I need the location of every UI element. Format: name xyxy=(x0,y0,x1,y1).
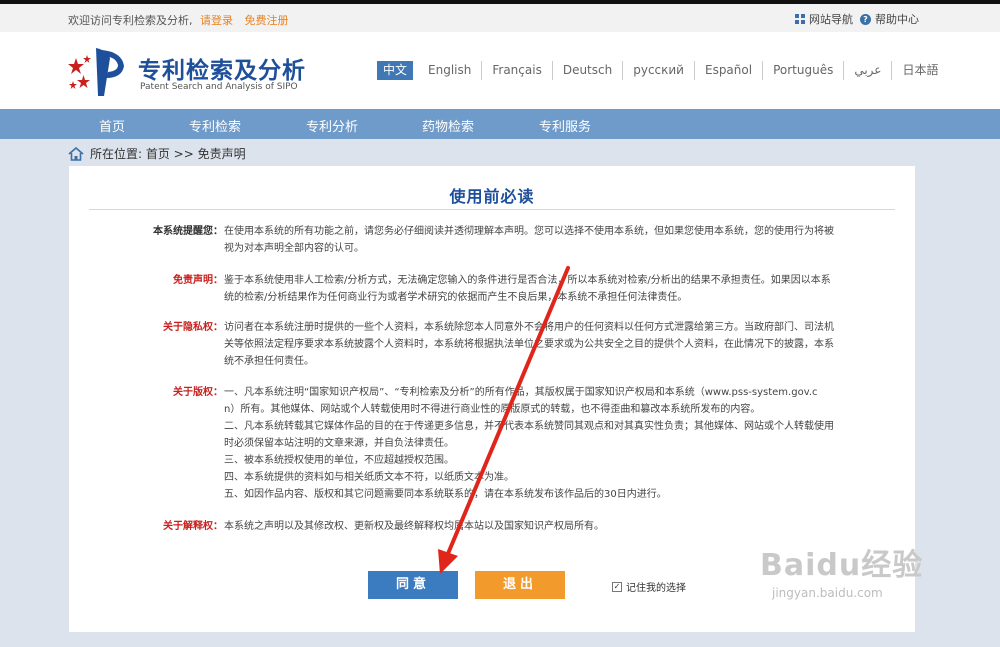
text-line: 访问者在本系统注册时提供的一些个人资料，本系统除您本人同意外不会将用户的任何资料… xyxy=(224,322,834,333)
remember-choice[interactable]: ✓ 记住我的选择 xyxy=(612,579,686,594)
lang-pt[interactable]: Português xyxy=(763,61,845,80)
sitemap-label: 网站导航 xyxy=(809,13,853,26)
section-label: 免责声明： xyxy=(173,275,223,286)
logo-icon[interactable] xyxy=(66,44,130,100)
section-label: 关于隐私权： xyxy=(163,322,223,333)
remember-checkbox[interactable]: ✓ xyxy=(612,581,622,592)
nav-patent-analysis[interactable]: 专利分析 xyxy=(306,116,358,135)
text-line: 本系统之声明以及其修改权、更新权及最终解释权均属本站以及国家知识产权局所有。 xyxy=(224,521,604,532)
nav-patent-service[interactable]: 专利服务 xyxy=(539,116,591,135)
text-line: 时必须保留本站注明的文章来源，并自负法律责任。 xyxy=(224,438,454,449)
section-label: 关于版权： xyxy=(173,387,223,398)
breadcrumb-text: 所在位置: 首页 >> 免责声明 xyxy=(90,147,246,161)
remember-label: 记住我的选择 xyxy=(626,583,686,594)
text-line: 三、被本系统授权使用的单位，不应超越授权范围。 xyxy=(224,455,454,466)
text-line: 在使用本系统的所有功能之前，请您务必仔细阅读并透彻理解本声明。您可以选择不使用本… xyxy=(224,226,834,237)
watermark-url: jingyan.baidu.com xyxy=(772,586,883,600)
lang-en[interactable]: English xyxy=(418,61,483,80)
nav-drug-search[interactable]: 药物检索 xyxy=(422,116,474,135)
section-label: 关于解释权： xyxy=(163,521,223,532)
site-subtitle: Patent Search and Analysis of SIPO xyxy=(140,82,298,92)
site-title: 专利检索及分析 xyxy=(138,58,306,84)
home-icon[interactable] xyxy=(68,146,84,161)
text-line: 四、本系统提供的资料如与相关纸质文本不符，以纸质文本为准。 xyxy=(224,472,514,483)
baidu-watermark: Baidu经验 jingyan.baidu.com xyxy=(760,540,923,600)
help-label: 帮助中心 xyxy=(875,13,919,26)
breadcrumb: 所在位置: 首页 >> 免责声明 xyxy=(68,145,246,162)
lang-de[interactable]: Deutsch xyxy=(553,61,624,80)
lang-ru[interactable]: русский xyxy=(623,61,695,80)
text-line: 一、凡本系统注明“国家知识产权局”、“专利检索及分析”的所有作品，其版权属于国家… xyxy=(224,387,818,398)
lang-fr[interactable]: Français xyxy=(482,61,553,80)
section-text: 一、凡本系统注明“国家知识产权局”、“专利检索及分析”的所有作品，其版权属于国家… xyxy=(224,384,844,503)
text-line: 统不承担任何责任。 xyxy=(224,356,314,367)
section-text: 访问者在本系统注册时提供的一些个人资料，本系统除您本人同意外不会将用户的任何资料… xyxy=(224,319,844,370)
text-line: 鉴于本系统使用非人工检索/分析方式，无法确定您输入的条件进行是否合法，所以本系统… xyxy=(224,275,831,286)
sitemap-link[interactable]: 网站导航 xyxy=(795,11,853,27)
section-label: 本系统提醒您： xyxy=(153,226,223,237)
nav-patent-search[interactable]: 专利检索 xyxy=(189,116,241,135)
panel-title: 使用前必读 xyxy=(449,187,535,206)
section-text: 鉴于本系统使用非人工检索/分析方式，无法确定您输入的条件进行是否合法，所以本系统… xyxy=(224,272,844,306)
language-switcher: 中文 English Français Deutsch русский Espa… xyxy=(377,61,948,80)
lang-zh[interactable]: 中文 xyxy=(377,61,414,80)
watermark-brand: Baidu经验 xyxy=(760,548,924,583)
help-center-link[interactable]: ? 帮助中心 xyxy=(860,11,919,27)
grid-icon xyxy=(795,14,805,24)
text-line: 视为对本声明全部内容的认可。 xyxy=(224,243,364,254)
site-header: 专利检索及分析 Patent Search and Analysis of SI… xyxy=(0,32,1000,109)
text-line: 统的检索/分析结果作为任何商业行为或者学术研究的依据而产生不良后果，本系统不承担… xyxy=(224,292,688,303)
agree-button[interactable]: 同意 xyxy=(368,571,458,599)
top-bar: 欢迎访问专利检索及分析, 请登录 免费注册 网站导航 ? 帮助中心 xyxy=(0,4,1000,32)
title-divider xyxy=(89,209,895,210)
exit-button[interactable]: 退出 xyxy=(475,571,565,599)
welcome-label: 欢迎访问专利检索及分析, xyxy=(68,14,193,27)
text-line: 二、凡本系统转载其它媒体作品的目的在于传递更多信息，并不代表本系统赞同其观点和对… xyxy=(224,421,834,432)
nav-home[interactable]: 首页 xyxy=(99,116,125,135)
text-line: n）所有。其他媒体、网站或个人转载使用时不得进行商业性的原版原式的转载，也不得歪… xyxy=(224,404,761,415)
text-line: 五、如因作品内容、版权和其它问题需要同本系统联系的，请在本系统发布该作品后的30… xyxy=(224,489,667,500)
section-text: 在使用本系统的所有功能之前，请您务必仔细阅读并透彻理解本声明。您可以选择不使用本… xyxy=(224,223,844,257)
register-link[interactable]: 免费注册 xyxy=(245,14,289,27)
text-line: 关等依照法定程序要求本系统披露个人资料时，本系统将根据执法单位之要求或为公共安全… xyxy=(224,339,834,350)
login-link[interactable]: 请登录 xyxy=(200,14,233,27)
welcome-text: 欢迎访问专利检索及分析, 请登录 免费注册 xyxy=(68,12,289,28)
lang-es[interactable]: Español xyxy=(695,61,764,80)
lang-ar[interactable]: عربي xyxy=(844,61,893,80)
help-icon: ? xyxy=(860,13,871,25)
section-text: 本系统之声明以及其修改权、更新权及最终解释权均属本站以及国家知识产权局所有。 xyxy=(224,518,844,535)
lang-ja[interactable]: 日本語 xyxy=(892,61,948,80)
main-nav: 首页 专利检索 专利分析 药物检索 专利服务 xyxy=(0,109,1000,139)
